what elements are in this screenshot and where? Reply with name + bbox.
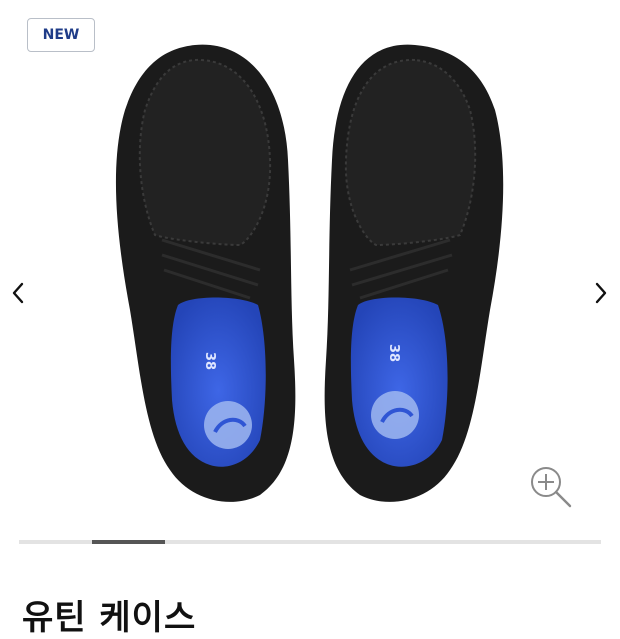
- product-title: 유틴 케이스: [22, 598, 197, 638]
- zoom-in-icon: [531, 467, 572, 508]
- next-image-button[interactable]: [586, 276, 616, 310]
- new-badge: NEW: [27, 18, 95, 52]
- right-shoe: 38: [324, 44, 504, 502]
- chevron-left-icon: [12, 282, 24, 304]
- product-gallery: NEW 38 38: [0, 0, 620, 530]
- insole-size-label-right: 38: [386, 344, 401, 362]
- insole-size-label: 38: [202, 352, 217, 370]
- new-badge-label: NEW: [42, 27, 80, 43]
- carousel-progress: [19, 540, 601, 544]
- left-shoe: 38: [115, 44, 296, 502]
- carousel-progress-fill: [91, 540, 165, 544]
- zoom-button[interactable]: [528, 464, 574, 510]
- previous-image-button[interactable]: [3, 276, 33, 310]
- chevron-right-icon: [595, 282, 607, 304]
- product-image: 38 38: [115, 44, 504, 502]
